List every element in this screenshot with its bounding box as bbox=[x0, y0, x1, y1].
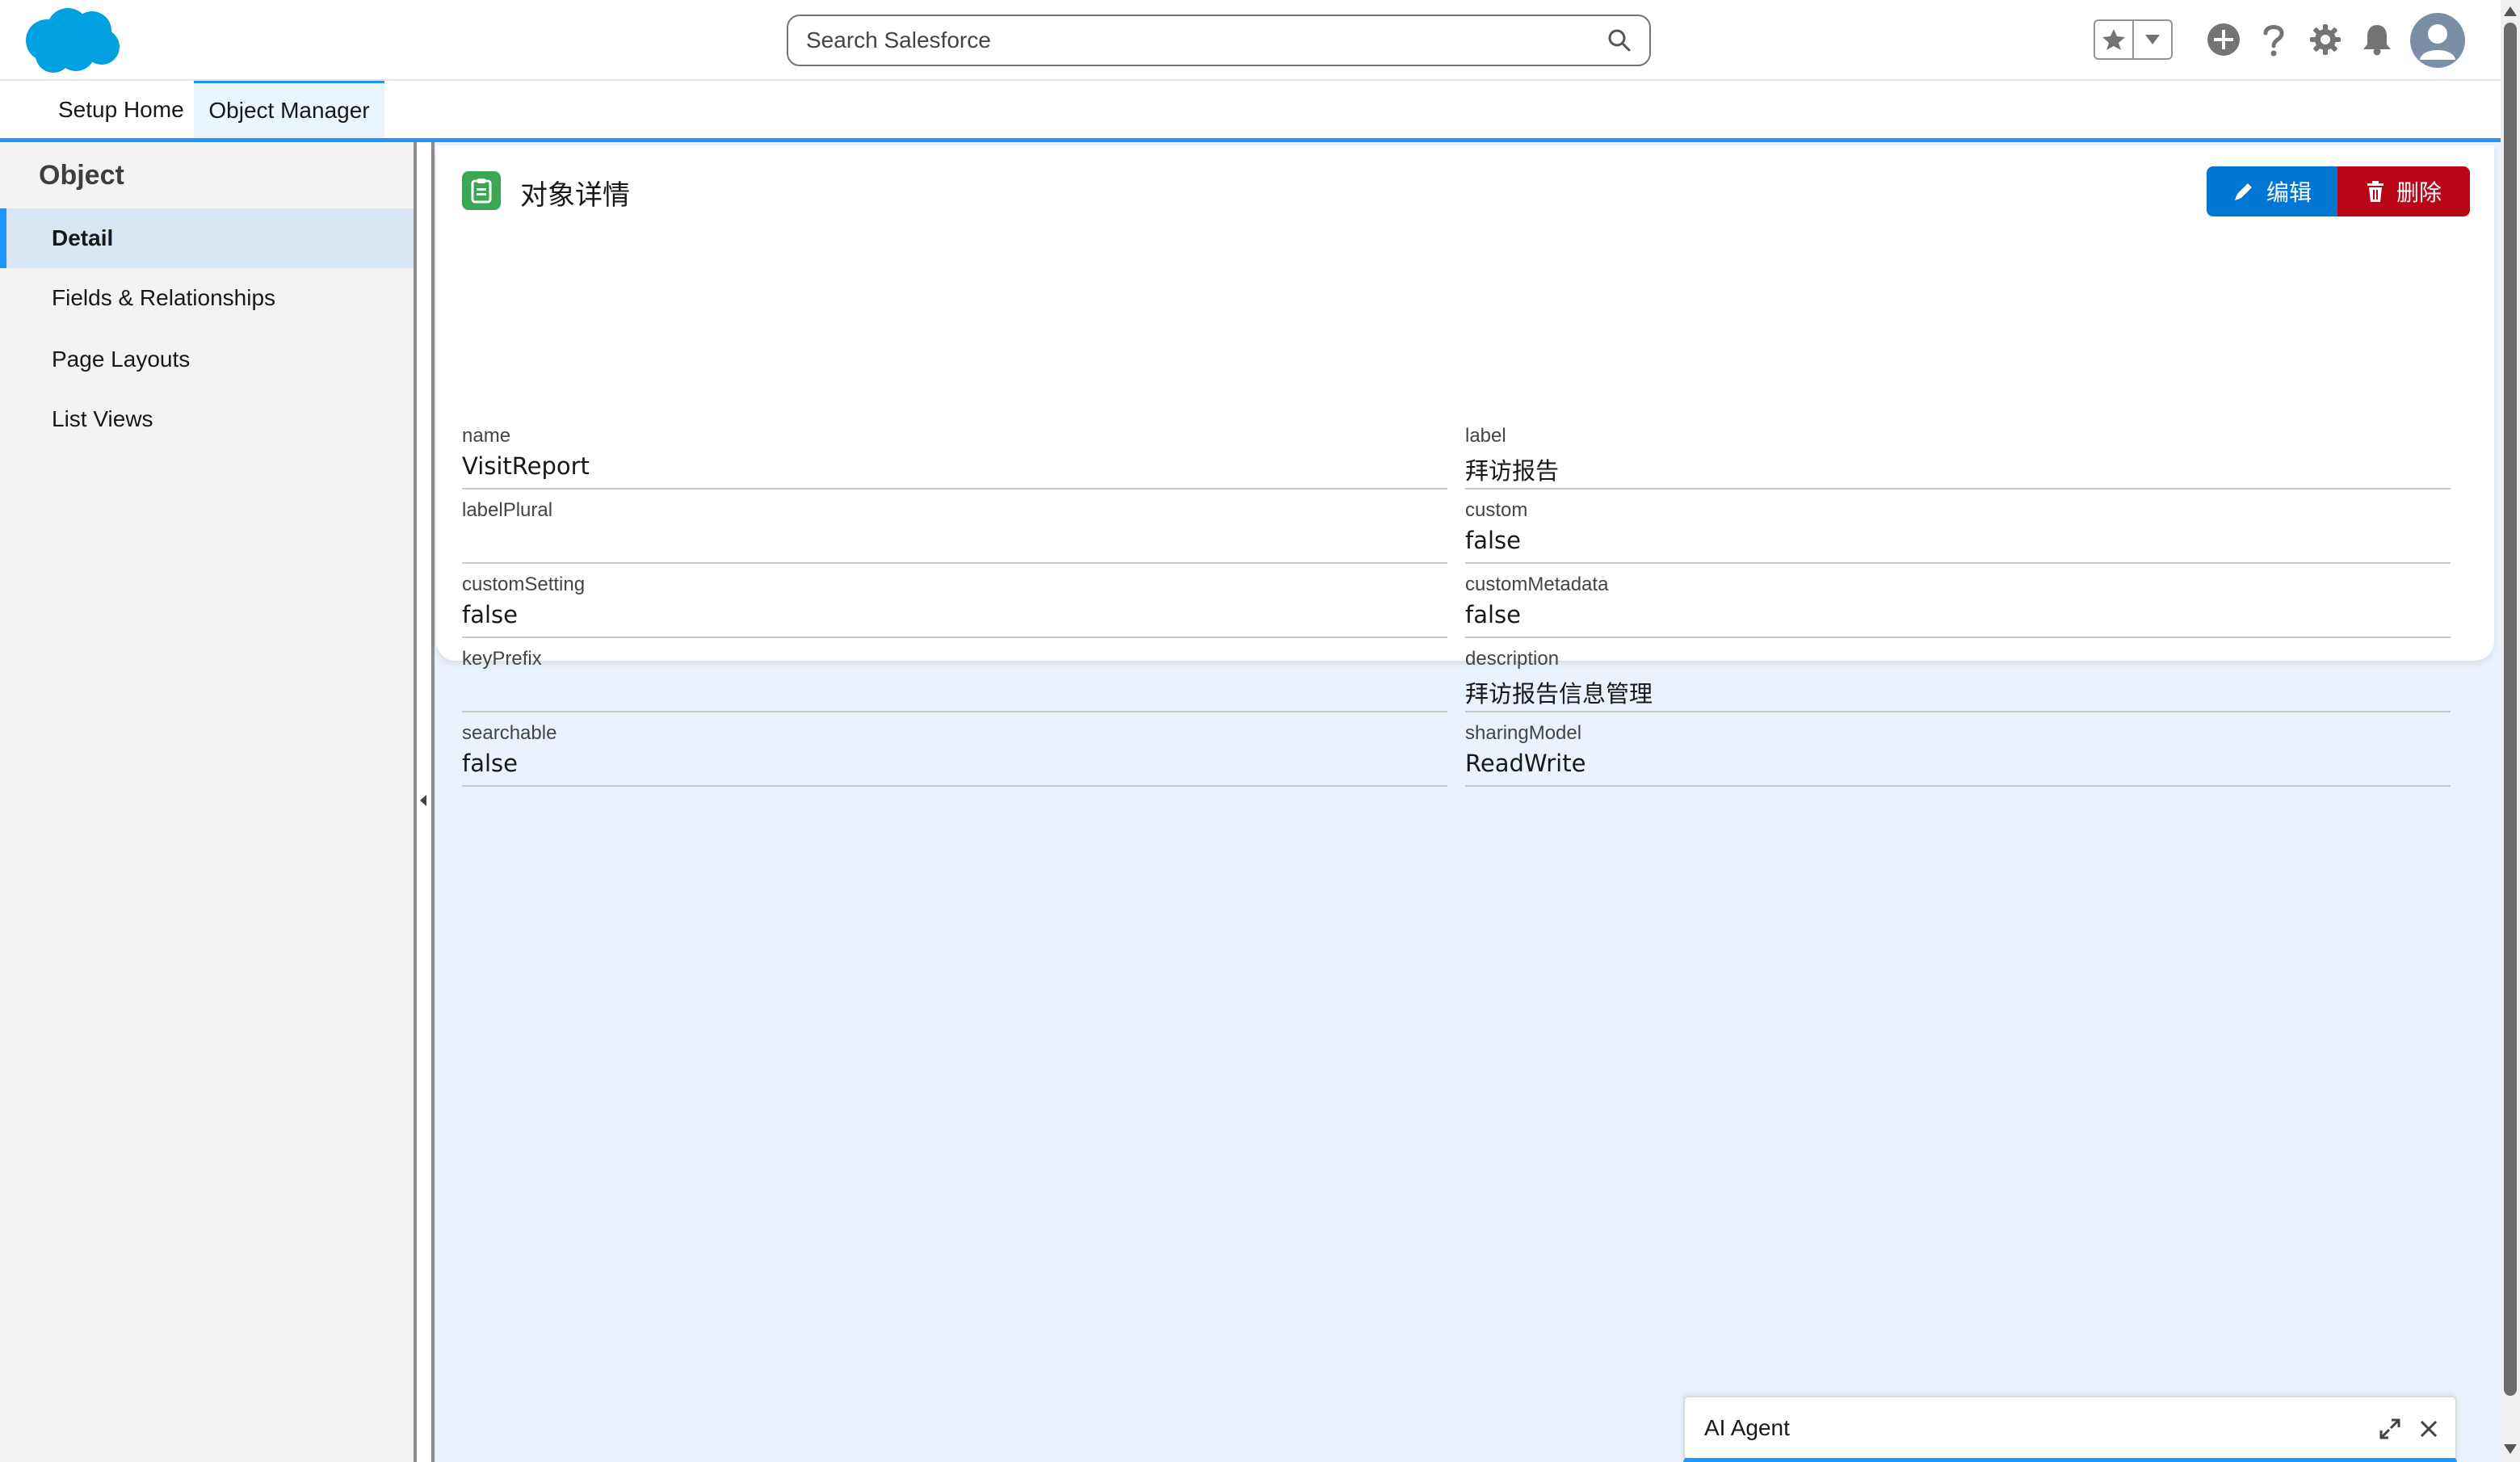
expand-icon bbox=[2379, 1418, 2400, 1439]
setup-context-bar: Setup Home Object Manager bbox=[0, 81, 2501, 142]
field-label: searchable bbox=[462, 722, 557, 744]
field-custom: custom false bbox=[1465, 489, 2451, 564]
field-label: sharingModel bbox=[1465, 722, 1582, 744]
bell-icon bbox=[2363, 25, 2391, 56]
object-detail-card: 对象详情 编辑 删除 name VisitReport label 拜访报告 l… bbox=[436, 145, 2494, 787]
field-value: 拜访报告信息管理 bbox=[1465, 680, 1653, 708]
search-icon bbox=[1608, 29, 1631, 52]
salesforce-cloud-logo[interactable] bbox=[23, 6, 123, 74]
field-key-prefix: keyPrefix bbox=[462, 638, 1447, 712]
tab-object-manager[interactable]: Object Manager bbox=[194, 81, 384, 138]
user-avatar-button[interactable] bbox=[2410, 13, 2465, 68]
gear-icon bbox=[2310, 24, 2341, 55]
global-header: Search Salesforce bbox=[0, 0, 2501, 81]
field-label-plural: labelPlural bbox=[462, 489, 1447, 564]
field-label: label bbox=[1465, 425, 1506, 447]
close-icon bbox=[2420, 1420, 2438, 1438]
help-icon bbox=[2263, 25, 2284, 57]
notifications-button[interactable] bbox=[2358, 21, 2396, 58]
tab-setup-home[interactable]: Setup Home bbox=[44, 81, 199, 138]
sidebar-item-detail[interactable]: Detail bbox=[0, 208, 414, 268]
delete-button[interactable]: 删除 bbox=[2337, 166, 2470, 216]
field-value: VisitReport bbox=[462, 452, 590, 480]
page-scrollbar[interactable] bbox=[2501, 0, 2520, 1462]
field-label: labelPlural bbox=[462, 499, 553, 521]
field-label: description bbox=[1465, 648, 1560, 670]
object-record-icon bbox=[462, 171, 501, 210]
field-value: 拜访报告 bbox=[1465, 457, 1560, 485]
ai-agent-title: AI Agent bbox=[1704, 1415, 1790, 1440]
field-sharing-model: sharingModel ReadWrite bbox=[1465, 712, 2451, 787]
global-search-input[interactable]: Search Salesforce bbox=[787, 15, 1651, 66]
ai-agent-panel[interactable]: AI Agent bbox=[1683, 1396, 2457, 1462]
scroll-up-arrow-icon[interactable] bbox=[2504, 6, 2517, 16]
field-value: false bbox=[462, 750, 518, 777]
sidebar-item-page-layouts[interactable]: Page Layouts bbox=[0, 330, 414, 389]
collapse-left-icon[interactable] bbox=[420, 795, 426, 806]
field-label: keyPrefix bbox=[462, 648, 542, 670]
close-button[interactable] bbox=[2415, 1415, 2442, 1443]
field-description: description 拜访报告信息管理 bbox=[1465, 638, 2451, 712]
avatar-icon bbox=[2420, 24, 2455, 60]
field-label-field: label 拜访报告 bbox=[1465, 415, 2451, 489]
expand-button[interactable] bbox=[2376, 1415, 2404, 1443]
delete-button-label: 删除 bbox=[2396, 179, 2442, 206]
setup-button[interactable] bbox=[2307, 21, 2344, 58]
edit-button[interactable]: 编辑 bbox=[2207, 166, 2337, 216]
field-value: false bbox=[1465, 601, 1521, 628]
field-value: false bbox=[462, 601, 518, 628]
main-content: 对象详情 编辑 删除 name VisitReport label 拜访报告 l… bbox=[435, 142, 2501, 1462]
pencil-icon bbox=[2234, 183, 2252, 200]
sidebar-title: Object bbox=[39, 160, 124, 191]
sidebar-splitter[interactable] bbox=[414, 142, 435, 1462]
star-icon bbox=[2102, 29, 2125, 50]
plus-circle-icon bbox=[2207, 23, 2240, 56]
field-searchable: searchable false bbox=[462, 712, 1447, 787]
card-title: 对象详情 bbox=[520, 179, 630, 212]
field-label: customMetadata bbox=[1465, 573, 1609, 595]
chevron-down-icon bbox=[2145, 35, 2160, 44]
search-placeholder: Search Salesforce bbox=[806, 27, 991, 53]
scroll-thumb[interactable] bbox=[2504, 23, 2517, 1396]
global-actions-button[interactable] bbox=[2205, 21, 2242, 58]
trash-icon bbox=[2367, 181, 2384, 202]
field-custom-setting: customSetting false bbox=[462, 564, 1447, 638]
favorites-group bbox=[2094, 19, 2173, 60]
clipboard-icon bbox=[471, 179, 492, 204]
scroll-down-arrow-icon[interactable] bbox=[2504, 1444, 2517, 1454]
field-label: name bbox=[462, 425, 511, 447]
field-label: custom bbox=[1465, 499, 1528, 521]
object-sidebar: Object Detail Fields & Relationships Pag… bbox=[0, 142, 414, 1462]
field-value: ReadWrite bbox=[1465, 750, 1586, 777]
app-root: Search Salesforce Setup Home Object Mana… bbox=[0, 0, 2520, 1462]
edit-button-label: 编辑 bbox=[2266, 179, 2312, 206]
favorites-dropdown-button[interactable] bbox=[2134, 21, 2171, 58]
sidebar-item-fields-relationships[interactable]: Fields & Relationships bbox=[0, 268, 414, 328]
favorites-star-button[interactable] bbox=[2095, 21, 2134, 58]
field-custom-metadata: customMetadata false bbox=[1465, 564, 2451, 638]
help-button[interactable] bbox=[2255, 21, 2292, 58]
field-name: name VisitReport bbox=[462, 415, 1447, 489]
sidebar-item-list-views[interactable]: List Views bbox=[0, 389, 414, 449]
field-label: customSetting bbox=[462, 573, 586, 595]
field-value: false bbox=[1465, 527, 1521, 554]
